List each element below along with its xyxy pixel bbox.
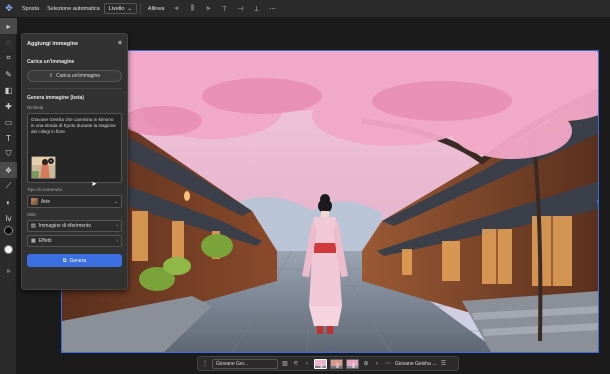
chevron-right-icon[interactable]: › [373, 360, 381, 368]
align-right-icon[interactable]: ⫸ [202, 3, 214, 15]
canvas-image[interactable] [61, 50, 599, 353]
photoshop-window: ✥ Sposta Selezione automatica Livello ⌄ … [0, 0, 610, 374]
mode-label: Sposta [22, 5, 40, 12]
align-center-h-icon[interactable]: ⫼ [186, 3, 198, 15]
prompt-label: Richiedi [27, 105, 44, 110]
eyedropper-tool-icon[interactable]: ⟋ [0, 178, 17, 194]
prompt-field[interactable]: Giovane Gei... [212, 358, 278, 369]
close-icon[interactable]: × [118, 40, 122, 47]
content-type-value: Arte [41, 198, 51, 205]
align-middle-v-icon[interactable]: ⊣ [234, 3, 246, 15]
chevron-down-icon: ⌄ [127, 5, 132, 12]
upload-button-label: Carica un'immagine [56, 73, 101, 79]
style-label: Stile [27, 212, 36, 217]
eraser-tool-icon[interactable]: ◧ [0, 82, 17, 98]
contextual-taskbar: ⋮ Giovane Gei... ▨ ⚟ ‹ ⊕ › ⋯ Giovane Gei… [197, 356, 459, 371]
type-tool-icon[interactable]: T [0, 130, 17, 146]
stamp-tool-icon[interactable]: ⛉ [0, 146, 17, 162]
effects-label: Effetti [38, 238, 52, 244]
generate-button[interactable]: ⧉ Genera [27, 254, 122, 267]
reference-image-button[interactable]: ▨ Immagine di riferimento › [27, 220, 122, 232]
variation-thumbnail[interactable] [346, 358, 359, 369]
effects-icon: ▦ [31, 238, 36, 244]
chevron-right-icon: › [116, 238, 118, 244]
chevron-down-icon: ⌄ [113, 198, 118, 205]
more-options-icon[interactable]: ⋯ [384, 360, 392, 368]
tools-panel: ▸ ◌ ⌗ ✎ ◧ ✚ ▭ T ⛉ ❖ ⟋ ◐ ⅳ » [0, 18, 17, 374]
foreground-color-swatch[interactable] [4, 226, 13, 235]
reference-image-label: Immagine di riferimento [38, 223, 91, 229]
divider [27, 88, 122, 89]
generate-more-icon[interactable]: ⊕ [362, 360, 370, 368]
prompt-textarea[interactable]: Giovane Geisha che cammina in kimono in … [27, 113, 122, 183]
more-options-icon[interactable]: ⋯ [266, 3, 278, 15]
panel-header: Aggiungi immagine × [22, 34, 127, 53]
auto-select-checkbox[interactable]: Selezione automatica [43, 6, 104, 12]
gradient-tool-icon[interactable]: ⅳ [0, 210, 17, 226]
art-icon [31, 198, 38, 205]
image-icon: ▨ [31, 223, 36, 229]
crop-tool-icon[interactable]: ⌗ [0, 50, 17, 66]
variation-label: Giovane Geisha ... [395, 360, 437, 367]
chevron-right-icon: › [116, 223, 118, 229]
kyoto-geisha-image [62, 51, 598, 352]
prompt-text: Giovane Geisha che cammina in kimono in … [31, 117, 116, 135]
generate-heading: Genera immagine (beta) [27, 95, 84, 101]
add-image-panel: Aggiungi immagine × Carica un'immagine ⇪… [21, 33, 128, 290]
heal-tool-icon[interactable]: ✚ [0, 98, 17, 114]
image-settings-icon[interactable]: ▨ [281, 360, 289, 368]
variation-thumbnail[interactable] [330, 358, 343, 369]
chevron-left-icon[interactable]: ‹ [303, 360, 311, 368]
align-bottom-icon[interactable]: ⊥ [250, 3, 262, 15]
align-left-icon[interactable]: ⫷ [170, 3, 182, 15]
generative-tool-icon[interactable]: ❖ [0, 162, 17, 178]
variation-image [315, 359, 326, 368]
shape-tool-icon[interactable]: ▭ [0, 114, 17, 130]
settings-sliders-icon[interactable]: ☰ [439, 360, 447, 368]
content-type-select[interactable]: Arte ⌄ [27, 195, 122, 208]
reference-thumbnail[interactable]: × [31, 156, 56, 179]
upload-icon: ⇪ [48, 73, 54, 79]
content-type-label: Tipo di contenuto [27, 187, 63, 192]
variation-image [331, 359, 342, 368]
brush-tool-icon[interactable]: ✎ [0, 66, 17, 82]
align-top-icon[interactable]: ⊤ [218, 3, 230, 15]
variation-thumbnail[interactable] [314, 358, 327, 369]
remove-thumbnail-icon[interactable]: × [48, 158, 54, 164]
move-tool-icon[interactable]: ▸ [0, 18, 17, 34]
effects-button[interactable]: ▦ Effetti › [27, 235, 122, 247]
panel-title: Aggiungi immagine [27, 40, 79, 47]
variation-image [347, 359, 358, 368]
generate-icon: ⧉ [62, 257, 67, 264]
lasso-tool-icon[interactable]: ◌ [0, 34, 17, 50]
fill-tool-icon[interactable]: ◐ [0, 194, 17, 210]
sliders-icon[interactable]: ⚟ [292, 360, 300, 368]
upload-image-button[interactable]: ⇪ Carica un'immagine [27, 70, 122, 82]
generate-button-label: Genera [69, 257, 87, 264]
layer-select[interactable]: Livello ⌄ [103, 3, 137, 14]
drag-handle-icon[interactable]: ⋮ [201, 360, 209, 368]
align-label: Allinea [147, 5, 165, 12]
divider [139, 3, 141, 14]
move-tool-icon[interactable]: ✥ [0, 0, 18, 18]
options-bar: ✥ Sposta Selezione automatica Livello ⌄ … [0, 0, 610, 18]
mouse-cursor-icon: ➤ [91, 181, 97, 188]
layer-select-value: Livello [108, 5, 125, 12]
swap-colors-icon[interactable] [0, 246, 17, 262]
more-tools-icon[interactable]: » [0, 263, 17, 279]
upload-heading: Carica un'immagine [27, 59, 75, 65]
prompt-field-text: Giovane Gei... [216, 360, 248, 367]
